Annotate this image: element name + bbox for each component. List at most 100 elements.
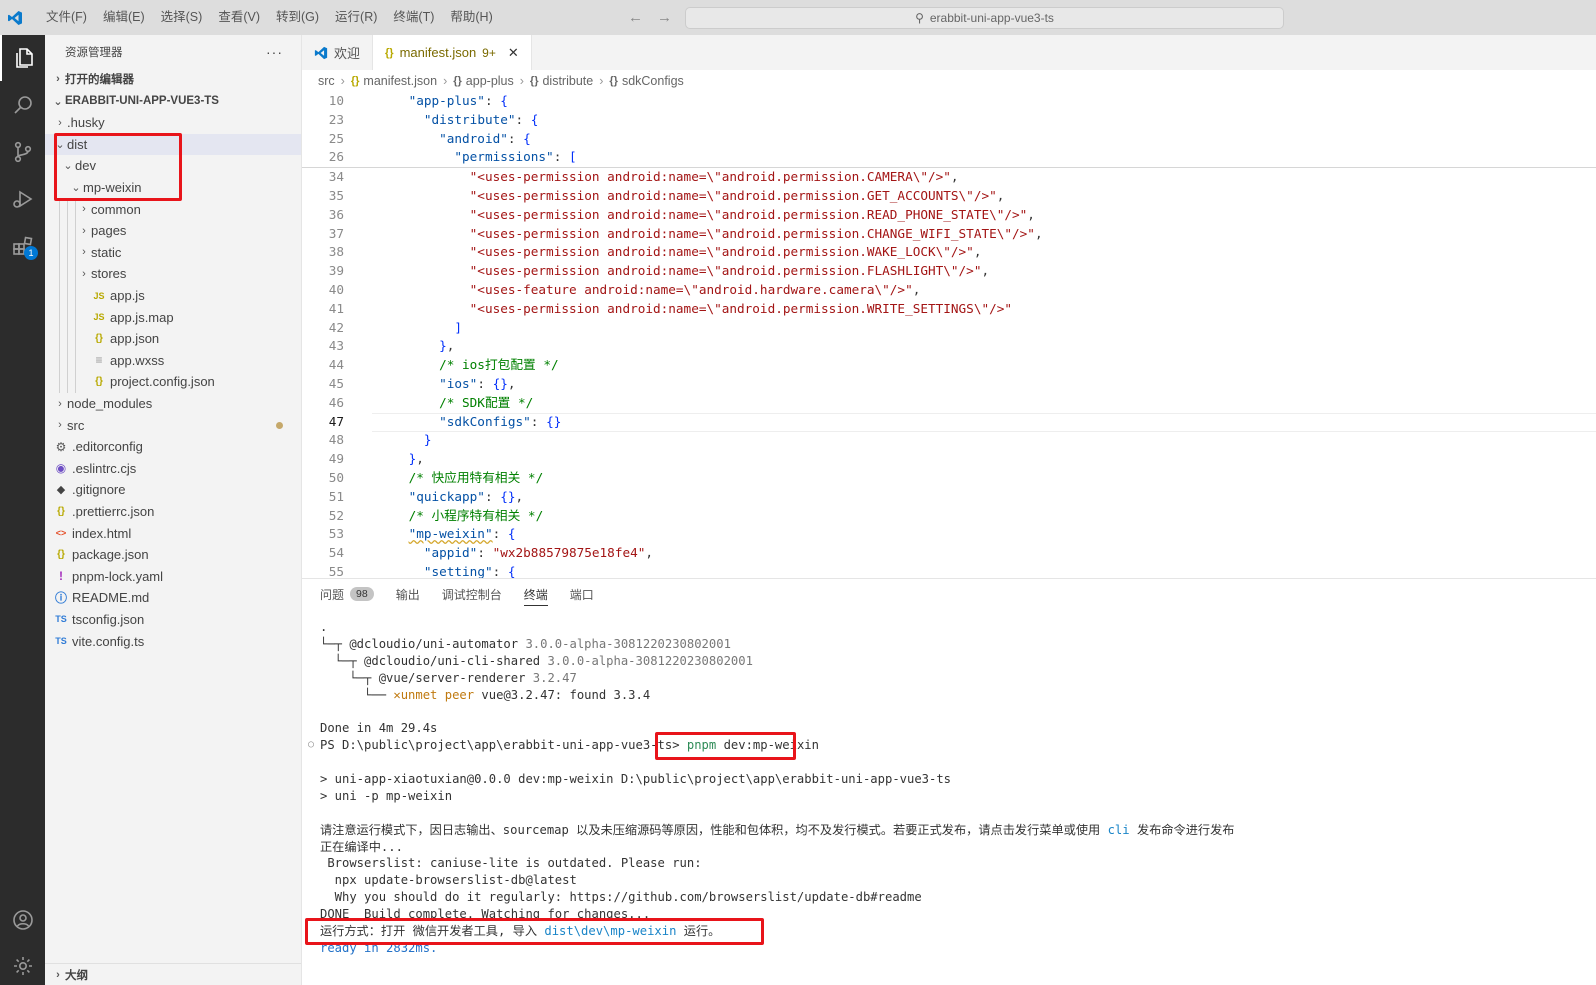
tree-item[interactable]: › static	[45, 241, 301, 264]
menu-item[interactable]: 文件(F)	[38, 0, 95, 35]
indent-guide	[67, 241, 68, 264]
tab-output[interactable]: 输出	[396, 579, 420, 609]
menu-item[interactable]: 查看(V)	[210, 0, 268, 35]
tree-item[interactable]: ⌄ dev	[45, 155, 301, 177]
tree-item[interactable]: ! pnpm-lock.yaml	[45, 565, 301, 587]
menu-item[interactable]: 帮助(H)	[442, 0, 500, 35]
open-editors-label: 打开的编辑器	[65, 74, 134, 86]
breadcrumb: src › {} manifest.json › {} app-plus › {…	[302, 70, 1596, 92]
source-control-icon[interactable]	[0, 129, 45, 175]
code-line: 47 "sdkConfigs": {}	[302, 412, 1596, 432]
menu-item[interactable]: 终端(T)	[385, 0, 442, 35]
tree-item[interactable]: › common	[45, 198, 301, 220]
tree-item[interactable]: ⌄ dist	[45, 133, 301, 156]
breadcrumb-item[interactable]: sdkConfigs	[622, 74, 684, 88]
tree-item[interactable]: {} package.json	[45, 544, 301, 566]
nav-arrows: ← →	[628, 0, 672, 35]
tree-item[interactable]: ⓘ README.md	[45, 587, 301, 609]
tree-item[interactable]: JS app.js.map	[45, 306, 301, 328]
tree-item[interactable]: <> index.html	[45, 522, 301, 544]
code-line: 46 /* SDK配置 */	[302, 394, 1596, 413]
terminal-output[interactable]: . └─┬ @dcloudio/uni-automator 3.0.0-alpha…	[302, 619, 1596, 957]
indent-guide	[59, 219, 60, 242]
tree-item-label: common	[91, 201, 141, 217]
ts-file-icon: TS	[55, 614, 67, 625]
tree-item[interactable]: {} app.json	[45, 327, 301, 350]
tab-manifest-json[interactable]: {} manifest.json 9+ ✕	[373, 35, 532, 70]
search-icon[interactable]	[0, 82, 45, 128]
tree-item-label: app.js.map	[110, 309, 174, 325]
menu-item[interactable]: 选择(S)	[153, 0, 211, 35]
indent-guide	[67, 219, 68, 242]
back-arrow-icon[interactable]: ←	[628, 9, 643, 26]
json-file-icon: {}	[57, 549, 65, 561]
tab-welcome[interactable]: 欢迎	[302, 35, 374, 70]
breadcrumb-item[interactable]: distribute	[542, 74, 593, 88]
tab-debug-console[interactable]: 调试控制台	[442, 579, 502, 609]
extensions-icon[interactable]: 1	[0, 223, 45, 269]
tab-terminal[interactable]: 终端	[523, 579, 548, 609]
outline-section[interactable]: › 大纲	[45, 963, 301, 985]
project-section[interactable]: ⌄ ERABBIT-UNI-APP-VUE3-TS	[45, 90, 301, 112]
terminal-line: ○ PS D:\public\project\app\erabbit-uni-ap…	[308, 738, 819, 753]
html-file-icon: <>	[55, 528, 67, 539]
tree-item-label: tsconfig.json	[72, 611, 145, 627]
code-text: "<uses-permission android:name=\"android…	[469, 225, 1043, 241]
account-icon[interactable]	[0, 897, 45, 943]
tree-item[interactable]: ≡ app.wxss	[45, 349, 301, 372]
code-editor[interactable]: 10 "app-plus": {23 "distribute": {25 "an…	[302, 92, 1596, 578]
indent-guide	[59, 327, 60, 350]
tree-item[interactable]: TS tsconfig.json	[45, 609, 301, 631]
tree-item[interactable]: JS app.js	[45, 284, 301, 307]
tree-item-label: .prettierrc.json	[72, 503, 155, 519]
line-number: 26	[328, 149, 344, 165]
command-center-search[interactable]: ⚲ erabbit-uni-app-vue3-ts	[685, 7, 1284, 29]
tree-item[interactable]: › .husky	[45, 112, 301, 134]
tree-item[interactable]: ◉ .eslintrc.cjs	[45, 458, 301, 480]
line-number: 10	[328, 93, 344, 108]
breadcrumb-item[interactable]: manifest.json	[363, 74, 437, 88]
tree-item[interactable]: › pages	[45, 219, 301, 242]
tree-item[interactable]: ◆ .gitignore	[45, 479, 301, 501]
tree-item[interactable]: › src	[45, 414, 301, 436]
tree-item[interactable]: {} .prettierrc.json	[45, 501, 301, 523]
code-line: 36 "<uses-permission android:name=\"andr…	[302, 206, 1596, 225]
menu-item[interactable]: 编辑(E)	[95, 0, 153, 35]
menu-item[interactable]: 转到(G)	[268, 0, 327, 35]
breadcrumb-item[interactable]: app-plus	[466, 74, 514, 88]
line-number: 36	[328, 206, 344, 222]
close-icon[interactable]: ✕	[508, 45, 519, 61]
tree-item[interactable]: › node_modules	[45, 393, 301, 415]
tree-item[interactable]: › stores	[45, 263, 301, 285]
breadcrumb-item[interactable]: src	[318, 74, 335, 88]
tree-item[interactable]: {} project.config.json	[45, 371, 301, 393]
indent-guide	[75, 284, 76, 307]
explorer-icon[interactable]	[0, 35, 45, 81]
open-editors-section[interactable]: › 打开的编辑器	[45, 68, 301, 90]
chevron-right-icon: ›	[519, 74, 524, 88]
code-text: "<uses-permission android:name=\"android…	[469, 244, 982, 260]
panel-tabs: 问题 98 输出 调试控制台 终端 端口	[302, 579, 1596, 609]
chevron-right-icon: ›	[58, 397, 62, 410]
tree-item[interactable]: ⌄ mp-weixin	[45, 177, 301, 199]
tab-problems[interactable]: 问题 98	[320, 579, 374, 609]
eslint-icon: ◉	[55, 461, 67, 476]
tree-item-label: .gitignore	[72, 482, 126, 498]
terminal-line: └─┬ @vue/server-renderer 3.2.47	[320, 670, 577, 685]
tree-item-label: package.json	[72, 547, 149, 563]
chevron-down-icon: ⌄	[53, 95, 63, 108]
settings-gear-icon[interactable]	[0, 943, 45, 985]
forward-arrow-icon[interactable]: →	[657, 9, 672, 26]
object-icon: {}	[609, 75, 618, 87]
tree-item[interactable]: ⚙ .editorconfig	[45, 436, 301, 458]
code-text: "<uses-permission android:name=\"android…	[469, 263, 990, 279]
run-debug-icon[interactable]	[0, 176, 45, 222]
gear-icon: ⚙	[55, 439, 67, 454]
tab-ports[interactable]: 端口	[570, 579, 594, 609]
more-actions-icon[interactable]: ···	[266, 44, 283, 60]
problem-count: 9+	[482, 45, 496, 60]
code-text: ]	[454, 319, 463, 335]
tree-item[interactable]: TS vite.config.ts	[45, 630, 301, 652]
menu-item[interactable]: 运行(R)	[327, 0, 385, 35]
tree-item-label: index.html	[72, 525, 132, 541]
